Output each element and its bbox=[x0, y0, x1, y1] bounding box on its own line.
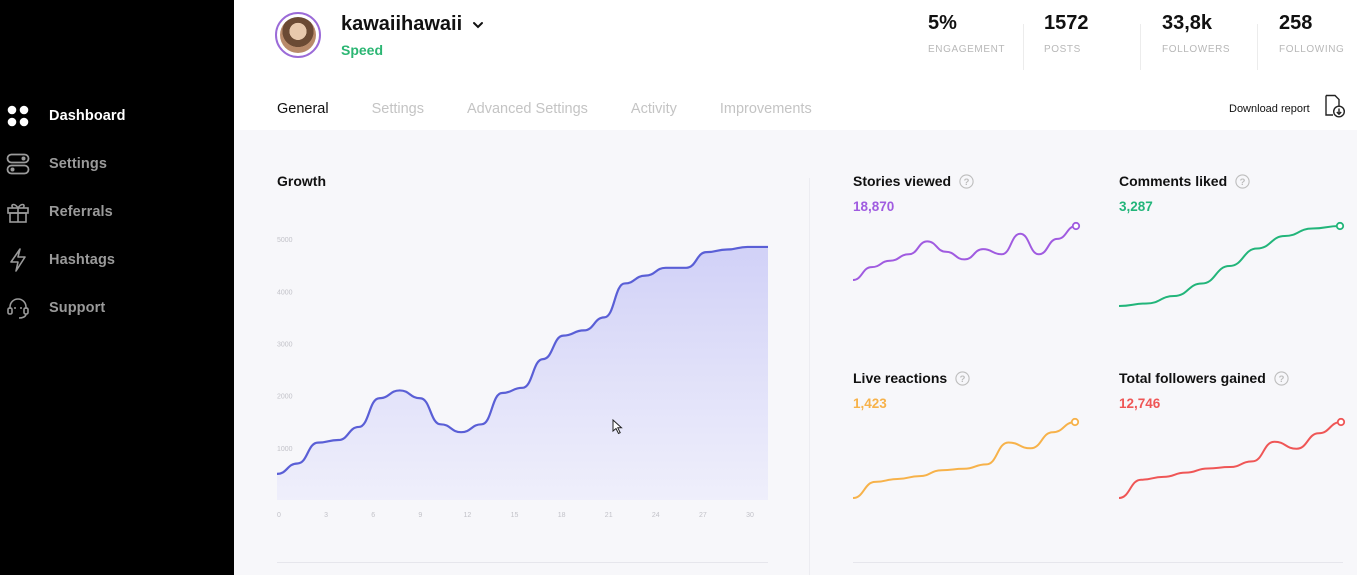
sparkline-path bbox=[852, 421, 1076, 499]
help-icon[interactable]: ? bbox=[959, 173, 974, 189]
growth-x-tick-label: 15 bbox=[511, 512, 519, 519]
tab-improvements[interactable]: Improvements bbox=[720, 101, 812, 117]
mouse-cursor-icon bbox=[612, 419, 623, 435]
bolt-icon bbox=[6, 248, 30, 272]
stories-viewed-sparkline bbox=[852, 221, 1081, 281]
sparkline-end-marker bbox=[1071, 221, 1081, 231]
total-followers-gained-sparkline bbox=[1118, 417, 1346, 499]
svg-text:?: ? bbox=[1240, 177, 1246, 188]
grid-icon bbox=[6, 104, 30, 128]
sidebar-item-label: Support bbox=[49, 300, 106, 316]
stat-value: 1572 bbox=[1044, 12, 1089, 34]
tab-advanced-settings[interactable]: Advanced Settings bbox=[467, 101, 588, 117]
help-icon[interactable]: ? bbox=[1274, 370, 1289, 386]
stories-viewed-value: 18,870 bbox=[853, 199, 895, 214]
sparkline-end-marker bbox=[1070, 417, 1080, 427]
stat-value: 5% bbox=[928, 12, 957, 34]
sidebar-item-dashboard[interactable]: Dashboard bbox=[0, 92, 234, 140]
sidebar-item-referrals[interactable]: Referrals bbox=[0, 188, 234, 236]
stat-label: ENGAGEMENT bbox=[928, 44, 1006, 55]
growth-title-text: Growth bbox=[277, 173, 326, 189]
download-report-button[interactable]: Download report bbox=[1229, 94, 1346, 123]
stories-viewed-label: Stories viewed bbox=[853, 173, 952, 189]
growth-x-tick-label: 18 bbox=[558, 512, 566, 519]
live-reactions-value: 1,423 bbox=[853, 396, 887, 411]
sidebar-item-label: Hashtags bbox=[49, 252, 116, 268]
svg-text:?: ? bbox=[964, 177, 970, 188]
svg-text:?: ? bbox=[1278, 374, 1284, 385]
sidebar: Dashboard Settings Referrals Hashtags Su… bbox=[0, 0, 234, 575]
growth-x-tick-label: 3 bbox=[324, 512, 328, 519]
profile-header: kawaiihawaii Speed 5% ENGAGEMENT 1572 PO… bbox=[234, 0, 1357, 84]
stat-value: 258 bbox=[1279, 12, 1313, 34]
total-followers-gained-label: Total followers gained bbox=[1119, 370, 1266, 386]
sparkline-end-marker bbox=[1336, 417, 1346, 427]
growth-x-tick-label: 0 bbox=[277, 512, 281, 519]
gift-icon bbox=[6, 200, 30, 224]
growth-x-tick-label: 30 bbox=[746, 512, 754, 519]
help-icon[interactable]: ? bbox=[955, 370, 970, 386]
comments-liked-value: 3,287 bbox=[1119, 199, 1153, 214]
headset-icon bbox=[6, 296, 30, 320]
sparkline-path bbox=[852, 225, 1077, 281]
help-icon[interactable]: ? bbox=[1235, 173, 1250, 189]
growth-x-tick-label: 6 bbox=[371, 512, 375, 519]
panel-bottom-rule bbox=[853, 562, 1343, 563]
growth-x-tick-label: 24 bbox=[652, 512, 660, 519]
stat-following: 258 FOLLOWING bbox=[1279, 12, 1344, 60]
growth-y-tick-label: 3000 bbox=[277, 341, 293, 348]
sidebar-item-settings[interactable]: Settings bbox=[0, 140, 234, 188]
total-followers-gained-title: Total followers gained ? bbox=[1119, 370, 1289, 386]
stat-label: FOLLOWING bbox=[1279, 44, 1345, 55]
comments-liked-title: Comments liked ? bbox=[1119, 173, 1250, 189]
total-followers-gained-value: 12,746 bbox=[1119, 396, 1161, 411]
tab-bar: General Settings Advanced Settings Activ… bbox=[277, 101, 855, 117]
comments-liked-sparkline bbox=[1118, 221, 1345, 307]
sidebar-item-support[interactable]: Support bbox=[0, 284, 234, 332]
live-reactions-label: Live reactions bbox=[853, 370, 948, 386]
growth-chart: 1000 2000 3000 4000 5000 0 3 6 9 12 15 18 21 24 27 30 bbox=[276, 237, 768, 519]
sidebar-item-label: Settings bbox=[49, 156, 107, 172]
stat-value: 33,8k bbox=[1162, 12, 1213, 34]
stat-label: FOLLOWERS bbox=[1162, 44, 1231, 55]
live-reactions-title: Live reactions ? bbox=[853, 370, 970, 386]
growth-x-tick-label: 21 bbox=[605, 512, 613, 519]
growth-y-tick-label: 5000 bbox=[277, 237, 293, 244]
stat-divider bbox=[1023, 24, 1024, 70]
growth-x-tick-label: 9 bbox=[418, 512, 422, 519]
download-report-label: Download report bbox=[1229, 102, 1310, 115]
growth-y-tick-label: 4000 bbox=[277, 289, 293, 296]
stat-label: POSTS bbox=[1044, 44, 1081, 55]
comments-liked-label: Comments liked bbox=[1119, 173, 1228, 189]
stat-followers: 33,8k FOLLOWERS bbox=[1162, 12, 1230, 60]
growth-y-tick-label: 1000 bbox=[277, 446, 293, 453]
tab-settings[interactable]: Settings bbox=[372, 101, 424, 117]
stat-engagement: 5% ENGAGEMENT bbox=[928, 12, 1005, 60]
growth-area bbox=[277, 246, 768, 500]
growth-title: Growth bbox=[277, 173, 326, 189]
stat-divider bbox=[1140, 24, 1141, 70]
growth-x-tick-label: 27 bbox=[699, 512, 707, 519]
sparkline-path bbox=[1118, 225, 1341, 307]
panel-bottom-rule bbox=[277, 562, 768, 563]
stat-posts: 1572 POSTS bbox=[1044, 12, 1089, 60]
sidebar-item-label: Dashboard bbox=[49, 108, 126, 124]
profile-stats: 5% ENGAGEMENT 1572 POSTS 33,8k FOLLOWERS… bbox=[234, 12, 1357, 72]
tab-general[interactable]: General bbox=[277, 101, 329, 117]
stories-viewed-title: Stories viewed ? bbox=[853, 173, 974, 189]
toggle-icon bbox=[6, 152, 30, 176]
sidebar-nav: Dashboard Settings Referrals Hashtags Su… bbox=[0, 92, 234, 332]
sidebar-item-hashtags[interactable]: Hashtags bbox=[0, 236, 234, 284]
download-icon bbox=[1322, 94, 1346, 123]
panel-divider bbox=[809, 178, 810, 575]
growth-x-tick-label: 12 bbox=[464, 512, 472, 519]
sparkline-path bbox=[1118, 421, 1342, 499]
sidebar-item-label: Referrals bbox=[49, 204, 113, 220]
growth-y-tick-label: 2000 bbox=[277, 394, 293, 401]
sparkline-end-marker bbox=[1335, 221, 1345, 231]
tab-activity[interactable]: Activity bbox=[631, 101, 677, 117]
stat-divider bbox=[1257, 24, 1258, 70]
svg-text:?: ? bbox=[960, 374, 966, 385]
live-reactions-sparkline bbox=[852, 417, 1080, 499]
